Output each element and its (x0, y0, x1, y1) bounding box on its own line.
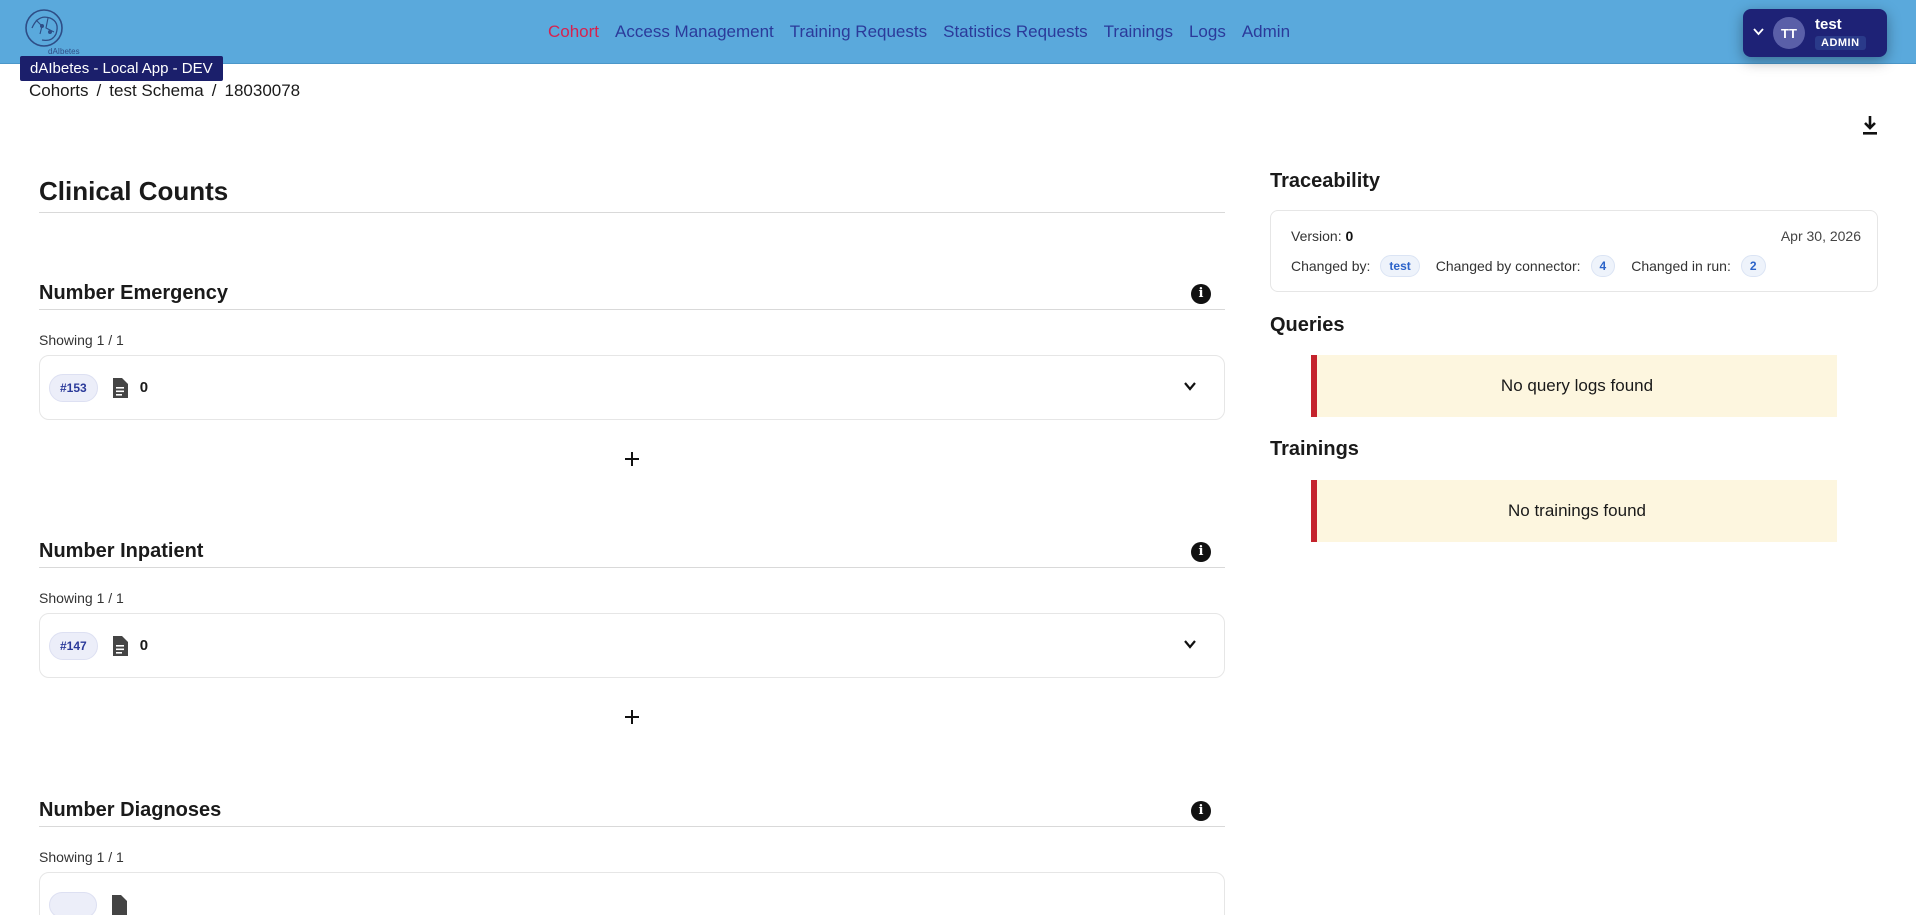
user-info: test ADMIN (1815, 16, 1866, 50)
traceability-title: Traceability (1270, 170, 1381, 192)
info-icon[interactable]: i (1191, 283, 1211, 304)
id-badge: #153 (49, 373, 98, 402)
section-title: Number Inpatient (39, 540, 204, 562)
nav-admin[interactable]: Admin (1242, 22, 1290, 42)
environment-badge: dAIbetes - Local App - DEV (20, 56, 223, 81)
version-label: Version: (1291, 228, 1342, 244)
breadcrumb-separator: / (211, 81, 217, 100)
connector-badge: 4 (1590, 255, 1616, 277)
dabetes-logo[interactable]: dAIbetes (20, 6, 90, 56)
document-icon (112, 894, 127, 915)
section-title: Number Emergency (39, 282, 228, 304)
nav-cohort[interactable]: Cohort (548, 22, 599, 42)
count-value: 0 (139, 379, 149, 396)
section-title: Number Diagnoses (39, 799, 222, 821)
add-icon[interactable] (621, 448, 643, 470)
section-header: Number Diagnoses i (39, 795, 1225, 827)
trainings-empty-message: No trainings found (1311, 480, 1837, 542)
breadcrumb-schema[interactable]: test Schema (109, 81, 204, 101)
run-label: Changed in run: (1631, 258, 1731, 274)
svg-text:dAIbetes: dAIbetes (48, 47, 80, 56)
user-menu-button[interactable]: TT test ADMIN (1743, 9, 1887, 57)
showing-count: Showing 1 / 1 (39, 590, 124, 606)
showing-count: Showing 1 / 1 (39, 332, 124, 348)
document-icon (112, 377, 128, 398)
page-title: Clinical Counts (39, 176, 1225, 213)
section-number-emergency: Number Emergency i Showing 1 / 1 #153 0 (39, 278, 1225, 466)
version-value: 0 (1345, 228, 1354, 244)
breadcrumb: Cohorts / test Schema / 18030078 (29, 81, 300, 101)
nav-training-requests[interactable]: Training Requests (790, 22, 927, 42)
traceability-card: Version: 0 Apr 30, 2026 Changed by: test… (1270, 210, 1878, 292)
id-badge (49, 891, 97, 915)
showing-count: Showing 1 / 1 (39, 849, 124, 865)
nav-statistics-requests[interactable]: Statistics Requests (943, 22, 1088, 42)
user-name: test (1815, 16, 1842, 33)
changed-by-label: Changed by: (1291, 258, 1371, 274)
id-badge: #147 (49, 631, 98, 660)
nav-logs[interactable]: Logs (1189, 22, 1226, 42)
nav-access-management[interactable]: Access Management (615, 22, 774, 42)
trace-details: Changed by: test Changed by connector: 4… (1291, 255, 1782, 277)
clinical-counts-panel: Clinical Counts Number Emergency i Showi… (39, 176, 1225, 915)
info-icon[interactable]: i (1191, 541, 1211, 562)
breadcrumb-cohorts[interactable]: Cohorts (29, 81, 89, 101)
changed-by-badge: test (1380, 255, 1420, 277)
trace-date: Apr 30, 2026 (1780, 228, 1861, 244)
queries-empty-message: No query logs found (1311, 355, 1837, 417)
queries-title: Queries (1270, 314, 1345, 336)
download-icon[interactable] (1860, 114, 1880, 136)
top-navigation-bar: dAIbetes Cohort Access Management Traini… (0, 0, 1916, 64)
trainings-title: Trainings (1270, 438, 1359, 460)
connector-label: Changed by connector: (1435, 258, 1581, 274)
section-header: Number Emergency i (39, 278, 1225, 310)
version-info: Version: 0 (1291, 228, 1353, 244)
chevron-down-icon[interactable] (1182, 636, 1198, 652)
chevron-down-icon[interactable] (1182, 378, 1198, 394)
section-number-inpatient: Number Inpatient i Showing 1 / 1 #147 0 (39, 536, 1225, 724)
main-nav: Cohort Access Management Training Reques… (548, 0, 1306, 64)
avatar: TT (1773, 17, 1805, 49)
chevron-down-icon (1753, 27, 1767, 39)
breadcrumb-separator: / (96, 81, 102, 100)
breadcrumb-current: 18030078 (224, 81, 301, 100)
count-item[interactable]: #153 0 (39, 355, 1225, 420)
section-number-diagnoses: Number Diagnoses i Showing 1 / 1 (39, 795, 1225, 915)
run-badge: 2 (1740, 255, 1766, 277)
add-icon[interactable] (621, 706, 643, 728)
document-icon (112, 635, 128, 656)
info-icon[interactable]: i (1191, 800, 1211, 821)
count-value: 0 (139, 637, 149, 654)
count-item[interactable] (39, 872, 1225, 915)
user-role-badge: ADMIN (1815, 36, 1866, 50)
count-item[interactable]: #147 0 (39, 613, 1225, 678)
nav-trainings[interactable]: Trainings (1104, 22, 1173, 42)
section-header: Number Inpatient i (39, 536, 1225, 568)
